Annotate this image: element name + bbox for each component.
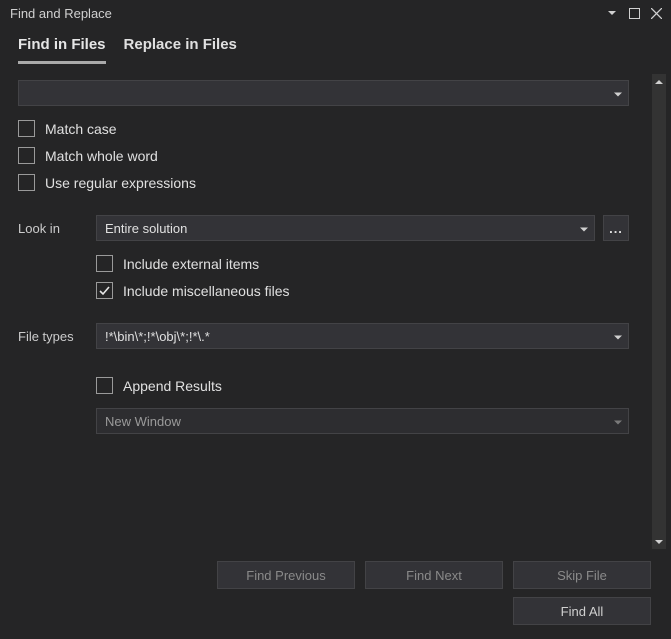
results-window-value: New Window bbox=[105, 414, 181, 429]
file-types-input[interactable]: !*\bin\*;!*\obj\*;!*\.* bbox=[96, 323, 629, 349]
chevron-down-icon[interactable] bbox=[580, 221, 588, 236]
use-regex-label: Use regular expressions bbox=[45, 175, 196, 191]
include-misc-checkbox[interactable] bbox=[96, 282, 113, 299]
window-title: Find and Replace bbox=[10, 6, 599, 21]
tab-find-in-files[interactable]: Find in Files bbox=[18, 36, 106, 64]
chevron-down-icon[interactable] bbox=[614, 414, 622, 429]
find-next-button[interactable]: Find Next bbox=[365, 561, 503, 589]
window-dropdown-icon[interactable] bbox=[603, 4, 621, 22]
file-types-label: File types bbox=[18, 329, 96, 344]
match-whole-word-checkbox[interactable] bbox=[18, 147, 35, 164]
titlebar: Find and Replace bbox=[0, 0, 671, 26]
include-misc-label: Include miscellaneous files bbox=[123, 283, 290, 299]
scroll-down-icon[interactable] bbox=[652, 535, 666, 549]
match-case-checkbox[interactable] bbox=[18, 120, 35, 137]
find-all-button[interactable]: Find All bbox=[513, 597, 651, 625]
chevron-down-icon[interactable] bbox=[614, 86, 622, 101]
look-in-value: Entire solution bbox=[105, 221, 187, 236]
skip-file-button[interactable]: Skip File bbox=[513, 561, 651, 589]
chevron-down-icon[interactable] bbox=[614, 329, 622, 344]
tab-replace-in-files[interactable]: Replace in Files bbox=[124, 36, 237, 64]
find-previous-button[interactable]: Find Previous bbox=[217, 561, 355, 589]
content-area: Match case Match whole word Use regular … bbox=[0, 64, 671, 639]
search-term-input[interactable] bbox=[18, 80, 629, 106]
tab-bar: Find in Files Replace in Files bbox=[0, 26, 671, 64]
results-window-select[interactable]: New Window bbox=[96, 408, 629, 434]
maximize-icon[interactable] bbox=[625, 4, 643, 22]
browse-button[interactable]: ... bbox=[603, 215, 629, 241]
scroll-up-icon[interactable] bbox=[652, 74, 666, 88]
include-external-checkbox[interactable] bbox=[96, 255, 113, 272]
use-regex-checkbox[interactable] bbox=[18, 174, 35, 191]
action-buttons: Find Previous Find Next Skip File Find A… bbox=[217, 561, 651, 625]
match-whole-word-label: Match whole word bbox=[45, 148, 158, 164]
look-in-label: Look in bbox=[18, 221, 96, 236]
include-external-label: Include external items bbox=[123, 256, 259, 272]
close-icon[interactable] bbox=[647, 4, 665, 22]
file-types-value: !*\bin\*;!*\obj\*;!*\.* bbox=[105, 329, 210, 344]
match-case-label: Match case bbox=[45, 121, 117, 137]
vertical-scrollbar[interactable] bbox=[652, 74, 666, 549]
append-results-label: Append Results bbox=[123, 378, 222, 394]
look-in-select[interactable]: Entire solution bbox=[96, 215, 595, 241]
append-results-checkbox[interactable] bbox=[96, 377, 113, 394]
